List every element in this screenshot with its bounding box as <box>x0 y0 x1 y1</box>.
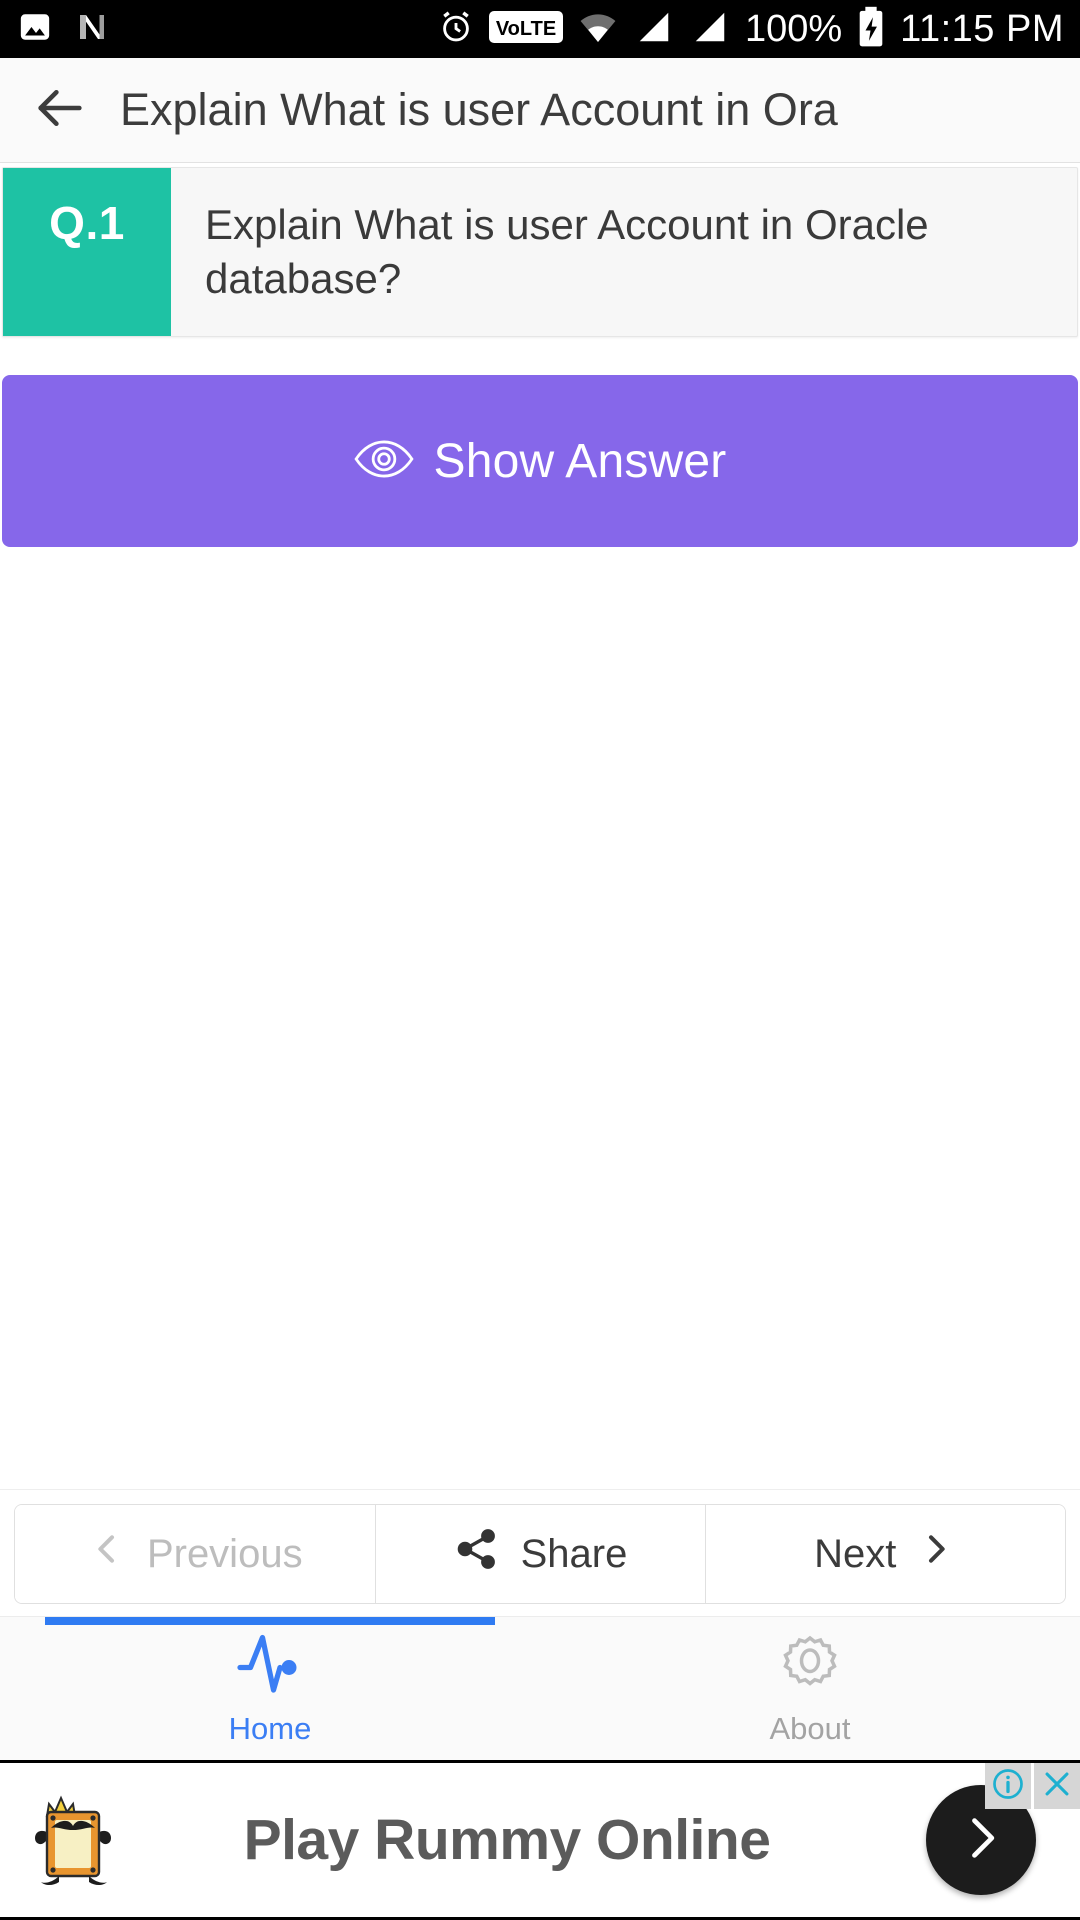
battery-percent-label: 100% <box>744 8 843 50</box>
pager-group: Previous Share Next <box>14 1504 1066 1604</box>
share-label: Share <box>520 1531 628 1576</box>
previous-button[interactable]: Previous <box>15 1505 375 1603</box>
status-bar-right-icons: VoLTE 100% 11:15 PM <box>437 6 1064 53</box>
android-nougat-icon <box>74 9 110 50</box>
svg-text:VoLTE: VoLTE <box>496 18 556 40</box>
wifi-icon <box>577 8 619 51</box>
ad-headline: Play Rummy Online <box>243 1808 771 1872</box>
eye-icon <box>353 436 415 487</box>
battery-charging-icon <box>856 6 886 53</box>
page-title: Explain What is user Account in Ora <box>120 85 838 135</box>
tab-about-label: About <box>769 1711 851 1746</box>
ad-banner[interactable]: Play Rummy Online <box>0 1760 1080 1920</box>
question-number-badge: Q.1 <box>3 168 171 336</box>
question-card: Q.1 Explain What is user Account in Orac… <box>2 167 1078 337</box>
answer-display-area <box>0 547 1080 1489</box>
status-bar: VoLTE 100% 11:15 PM <box>0 0 1080 58</box>
back-button[interactable] <box>24 74 96 146</box>
adchoices-info-button[interactable] <box>985 1763 1031 1809</box>
chevron-right-icon <box>955 1812 1007 1869</box>
previous-label: Previous <box>146 1531 303 1576</box>
alarm-icon <box>437 8 475 51</box>
next-label: Next <box>814 1531 897 1576</box>
signal-1-icon <box>633 8 675 51</box>
close-icon <box>1040 1767 1074 1806</box>
pager-bar: Previous Share Next <box>0 1489 1080 1616</box>
status-bar-left-icons <box>18 9 110 50</box>
signal-2-icon <box>689 8 731 51</box>
activity-pulse-icon <box>235 1630 305 1705</box>
gear-icon <box>775 1630 845 1705</box>
show-answer-button[interactable]: Show Answer <box>2 375 1078 547</box>
arrow-left-icon <box>31 79 89 142</box>
show-answer-label: Show Answer <box>433 434 727 488</box>
ad-close-button[interactable] <box>1034 1763 1080 1809</box>
main-content: Q.1 Explain What is user Account in Orac… <box>0 163 1080 1489</box>
share-icon <box>453 1525 501 1583</box>
photo-icon <box>18 10 52 49</box>
adchoices-info-icon <box>990 1766 1026 1807</box>
next-button[interactable]: Next <box>704 1505 1065 1603</box>
share-button[interactable]: Share <box>374 1505 705 1603</box>
clock-label: 11:15 PM <box>900 8 1064 50</box>
tab-active-indicator <box>45 1617 495 1625</box>
tab-home-label: Home <box>228 1711 312 1746</box>
ad-badges <box>985 1763 1080 1809</box>
bottom-tab-bar: Home About <box>0 1616 1080 1760</box>
tab-home[interactable]: Home <box>0 1617 540 1760</box>
app-toolbar: Explain What is user Account in Ora <box>0 58 1080 163</box>
volte-icon: VoLTE <box>488 9 563 50</box>
chevron-left-icon <box>87 1523 127 1585</box>
chevron-right-icon <box>916 1523 956 1585</box>
question-text: Explain What is user Account in Oracle d… <box>205 201 929 302</box>
tab-about[interactable]: About <box>540 1617 1080 1760</box>
app-root: VoLTE 100% 11:15 PM Explain What is user… <box>0 0 1080 1920</box>
